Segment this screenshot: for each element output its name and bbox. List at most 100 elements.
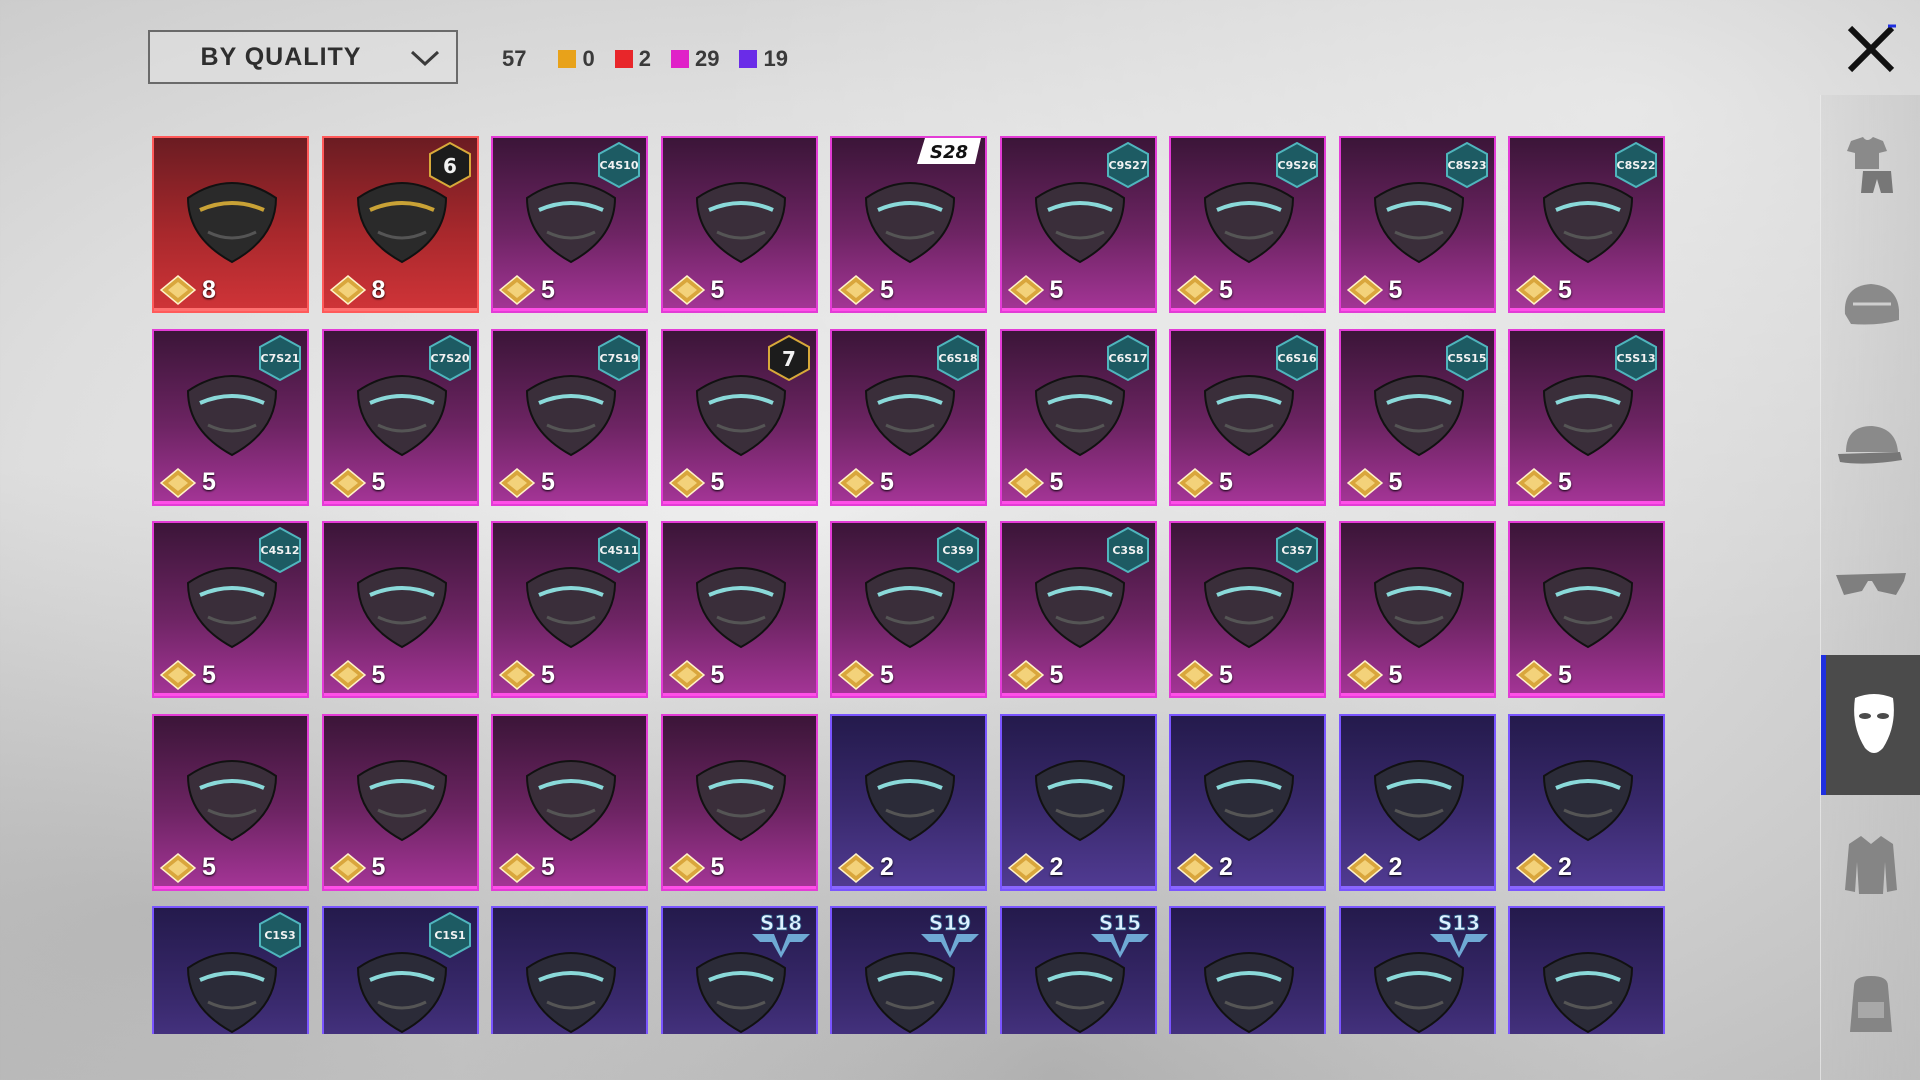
item-tile[interactable]: 86: [321, 136, 479, 313]
item-tile[interactable]: 5 C7S20: [321, 328, 479, 506]
season-badge: C6S18: [937, 334, 979, 381]
tactical-helmet-mask-icon: [172, 158, 292, 278]
points-icon: [838, 275, 874, 305]
item-points-value: 5: [1558, 660, 1572, 689]
item-tile[interactable]: 5 C3S8: [999, 521, 1157, 698]
points-icon: [1516, 467, 1552, 498]
item-tile[interactable]: 5 C6S18: [830, 328, 987, 506]
item-tile[interactable]: 2: [1169, 713, 1326, 891]
points-icon: [329, 275, 366, 305]
points-icon: [668, 275, 705, 305]
category-glasses[interactable]: [1821, 515, 1920, 655]
grin-mask-icon: [1528, 736, 1648, 856]
glasses-icon: [1836, 573, 1906, 595]
item-tile[interactable]: 5 C4S11: [491, 521, 648, 698]
quality-bar: [1171, 500, 1324, 504]
red-light-device-icon: [1020, 736, 1140, 856]
item-points: 5: [1516, 467, 1572, 498]
item-tile[interactable]: 5: [321, 521, 479, 698]
item-tile[interactable]: S19: [830, 906, 987, 1034]
category-cap[interactable]: [1821, 375, 1920, 515]
item-tile[interactable]: 5 C4S10: [491, 136, 648, 313]
count-orange-value: 0: [582, 46, 595, 71]
season-badge: C3S8: [1106, 527, 1149, 573]
item-tile[interactable]: C1S3: [152, 906, 309, 1034]
item-points-value: 5: [1049, 275, 1064, 304]
item-tile[interactable]: 5 C9S27: [999, 136, 1157, 313]
item-tile[interactable]: 5 C3S7: [1169, 521, 1326, 698]
item-tile[interactable]: 5: [321, 713, 479, 891]
item-tile[interactable]: C1S1: [321, 906, 479, 1034]
season-badge: C7S21: [259, 334, 301, 381]
quality-bar: [1171, 308, 1324, 311]
item-tile[interactable]: S15: [999, 906, 1157, 1034]
item-tile[interactable]: 5 C6S17: [999, 328, 1157, 506]
points-icon: [668, 467, 705, 498]
badge-text: S28: [930, 142, 968, 163]
item-tile[interactable]: 5 C3S9: [830, 521, 987, 698]
item-tile[interactable]: [1508, 906, 1665, 1034]
item-points: 5: [329, 467, 385, 498]
warrior-helm-icon: [342, 543, 462, 663]
item-tile[interactable]: 5 S28: [830, 136, 987, 313]
quality-bar: [1510, 693, 1663, 696]
item-tile[interactable]: 5 C5S15: [1338, 328, 1496, 506]
item-tile[interactable]: 5 C6S16: [1169, 328, 1326, 506]
season-badge: C8S22: [1615, 142, 1657, 188]
quality-bar: [1510, 308, 1663, 311]
item-points-value: 2: [1049, 853, 1064, 881]
category-outfit[interactable]: [1821, 95, 1920, 235]
item-tile[interactable]: 57: [660, 328, 818, 506]
item-tile[interactable]: 5: [491, 713, 648, 891]
category-mask[interactable]: [1821, 655, 1920, 795]
item-tile[interactable]: 5 C8S23: [1338, 136, 1496, 313]
category-helmet[interactable]: [1821, 235, 1920, 375]
points-icon: [1177, 467, 1213, 498]
sort-dropdown[interactable]: BY QUALITY: [148, 30, 458, 84]
pink-dino-mask-icon: [1359, 736, 1479, 856]
item-points: 5: [838, 660, 894, 690]
item-tile[interactable]: 2: [830, 713, 987, 891]
item-points: 5: [1516, 275, 1572, 305]
close-button[interactable]: [1838, 16, 1904, 82]
item-tile[interactable]: S18: [660, 906, 818, 1034]
item-tile[interactable]: 2: [1508, 713, 1665, 891]
item-tile[interactable]: 5 C7S19: [491, 328, 648, 506]
badge-text: C7S21: [261, 352, 300, 365]
item-tile[interactable]: [1169, 906, 1326, 1034]
item-tile[interactable]: 2: [1338, 713, 1496, 891]
points-icon: [838, 467, 874, 498]
item-points-value: 5: [880, 275, 894, 304]
item-tile[interactable]: 5 C5S13: [1508, 328, 1665, 506]
item-tile[interactable]: 5: [1508, 521, 1665, 698]
item-tile[interactable]: 2: [999, 713, 1157, 891]
quality-counts: 57 0 2 29 19: [502, 44, 798, 74]
item-tile[interactable]: 5 C8S22: [1508, 136, 1665, 313]
item-points: 5: [329, 852, 385, 883]
item-tile[interactable]: [491, 906, 648, 1034]
points-icon: [1516, 660, 1552, 690]
chevron-down-icon: [410, 50, 440, 67]
points-icon: [499, 467, 535, 498]
category-jacket[interactable]: [1821, 795, 1920, 935]
item-tile[interactable]: 8: [152, 136, 309, 313]
season-badge: C5S15: [1445, 334, 1488, 381]
item-tile[interactable]: 5 C9S26: [1169, 136, 1326, 313]
category-backpack[interactable]: [1821, 935, 1920, 1075]
item-points: 5: [1007, 467, 1063, 498]
badge-text: C4S10: [600, 159, 639, 172]
season-badge: C4S10: [598, 142, 640, 188]
badge-text: C8S22: [1617, 159, 1656, 172]
season-badge: C3S7: [1276, 527, 1318, 573]
item-tile[interactable]: 5: [660, 713, 818, 891]
item-tile[interactable]: 5 C7S21: [152, 328, 309, 506]
item-tile[interactable]: 5: [152, 713, 309, 891]
item-tile[interactable]: 5: [1338, 521, 1496, 698]
item-points: 5: [160, 852, 216, 883]
item-tile[interactable]: 5 C4S12: [152, 521, 309, 698]
item-tile[interactable]: S13: [1338, 906, 1496, 1034]
points-icon: [499, 275, 535, 305]
badge-text: 6: [443, 154, 457, 178]
item-tile[interactable]: 5: [660, 521, 818, 698]
item-tile[interactable]: 5: [660, 136, 818, 313]
